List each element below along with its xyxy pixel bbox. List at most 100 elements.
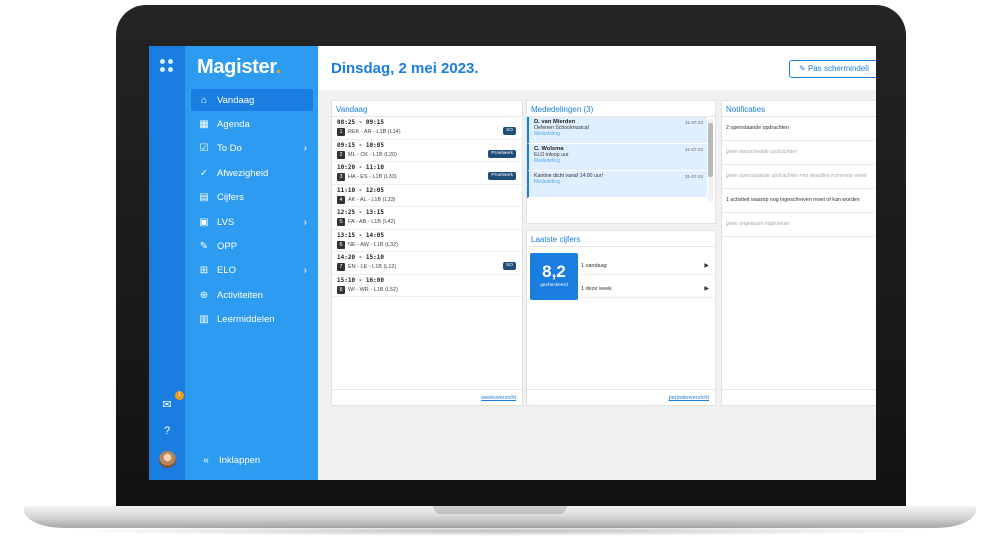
top-bar: Dinsdag, 2 mei 2023. ✎ Pas schermindeli	[318, 46, 876, 90]
grade-row-week[interactable]: 1 deze week ▶	[581, 281, 713, 298]
latest-grade-tile[interactable]: 8,2 gecheckeerd	[530, 253, 578, 300]
lesson-line: 4 AK - AL - L1B (L33)	[337, 195, 517, 204]
opp-icon: ✎	[199, 240, 209, 252]
lesson-line: 6 NE - AW - L1B (L32)	[337, 240, 517, 249]
caret-right-icon: ▶	[704, 286, 709, 292]
sidebar-item-cijfers[interactable]: ▤ Cijfers	[191, 187, 313, 209]
books-icon: ▥	[199, 314, 209, 326]
sidebar-item-leermiddelen[interactable]: ▥ Leermiddelen	[191, 309, 313, 331]
lesson-hour-badge: 8	[337, 285, 345, 294]
brand-dot: .	[275, 56, 282, 78]
caret-right-icon: ▶	[704, 263, 709, 269]
sidebar-item-label: Vandaag	[217, 94, 255, 106]
calendar-icon: ▦	[199, 118, 209, 130]
lesson-tag: SO	[503, 262, 516, 270]
sidebar-item-opp[interactable]: ✎ OPP	[191, 235, 313, 257]
sidebar-item-activiteiten[interactable]: ⊕ Activiteiten	[191, 284, 313, 306]
brand-logo[interactable]: Magister.	[197, 56, 281, 79]
double-chevron-left-icon: «	[203, 455, 209, 466]
main-content: Dinsdag, 2 mei 2023. ✎ Pas schermindeli …	[318, 46, 876, 480]
vandaag-title: Vandaag	[332, 101, 522, 117]
sidebar-item-label: Afwezigheid	[217, 167, 269, 179]
news-item[interactable]: Kantine dicht vanaf 14:00 uur! Mededeling…	[527, 171, 707, 198]
sidebar-item-lvs[interactable]: ▣ LVS ›	[191, 211, 313, 233]
news-item[interactable]: D. van Mierden Oefenen Schoolmusical Meded…	[527, 117, 707, 144]
collapse-button[interactable]: « Inklappen	[197, 455, 260, 466]
latest-grade-value: 8,2	[542, 262, 566, 281]
lesson-hour-badge: 1	[337, 128, 345, 136]
laptop-screen: ✉ 1 ? Magister. ⌂ Vandaag ▦ Agenda ☑ To Do › ✓ A…	[149, 46, 876, 480]
apps-grid-icon[interactable]	[160, 59, 174, 73]
lesson-item[interactable]: 08:25 - 09:15 1 REK - AR - L1B (L14) SO	[332, 117, 522, 140]
lesson-description: AK - AL - L1B (L33)	[348, 196, 396, 203]
sidebar-item-to-do[interactable]: ☑ To Do ›	[191, 138, 313, 160]
notification-item[interactable]: 2 openstaande opdrachten	[722, 117, 876, 141]
grade-row-today[interactable]: 1 vandaag ▶	[581, 258, 713, 275]
news-type: Mededeling	[534, 131, 560, 137]
sidebar-item-vandaag[interactable]: ⌂ Vandaag	[191, 89, 313, 111]
notification-item[interactable]: 1 activiteit waarop nog ingeschreven moe…	[722, 189, 876, 213]
brand-name: Magister	[197, 56, 276, 78]
lesson-tag: Proefwerk	[488, 149, 516, 158]
sidebar-item-elo[interactable]: ⊞ ELO ›	[191, 260, 313, 282]
lesson-line: 1 REK - AR - L1B (L14)	[337, 128, 517, 136]
lesson-hour-badge: 3	[337, 173, 345, 181]
lesson-hour-badge: 4	[337, 195, 345, 204]
notificaties-title: Notificaties	[722, 101, 876, 117]
latest-grade-sub: gecheckeerd	[540, 283, 568, 288]
lesson-description: WI - WR - L1B (L52)	[348, 286, 398, 293]
page-title: Dinsdag, 2 mei 2023.	[331, 60, 479, 77]
weekoverzicht-link[interactable]: weekoverzicht	[332, 389, 522, 405]
news-scroll-thumb[interactable]	[708, 123, 713, 177]
periodeoverzicht-link[interactable]: periodeoverzicht	[527, 389, 715, 405]
lesson-item[interactable]: 11:10 - 12:05 4 AK - AL - L1B (L33)	[332, 185, 522, 207]
notification-item: geen openstaande opdrachten met deadline…	[722, 165, 876, 189]
lesson-item[interactable]: 12:25 - 13:15 5 FA - AB - L1B (L42)	[332, 207, 522, 230]
lesson-time: 10:20 - 11:10	[337, 164, 384, 171]
sidebar-item-label: Leermiddelen	[217, 314, 275, 326]
lesson-hour-badge: 2	[337, 150, 345, 159]
lesson-time: 12:25 - 13:15	[337, 209, 384, 216]
sidebar-item-label: Cijfers	[217, 192, 244, 204]
adjust-screen-label: Pas schermindeli	[807, 64, 869, 73]
lesson-time: 08:25 - 09:15	[337, 119, 384, 126]
elo-icon: ⊞	[199, 265, 209, 277]
sidebar-item-label: ELO	[217, 265, 237, 277]
notification-list: 2 openstaande opdrachten geen beoordeelde…	[722, 117, 876, 237]
lesson-tag: Proefwerk	[488, 172, 516, 180]
lesson-line: 7 EN - LE - L1B (L12)	[337, 263, 517, 271]
sidebar-item-agenda[interactable]: ▦ Agenda	[191, 113, 313, 135]
laptop-base-notch	[433, 506, 567, 514]
lesson-item[interactable]: 09:15 - 10:05 2 ML - CK - L1B (L20) Proefwe…	[332, 140, 522, 162]
check-circle-icon: ✓	[199, 167, 209, 179]
lesson-time: 13:15 - 14:05	[337, 231, 384, 239]
sidebar-item-label: Agenda	[217, 118, 250, 130]
lesson-time: 11:10 - 12:05	[337, 186, 384, 194]
mededelingen-panel: Mededelingen (3) D. van Mierden Oefenen S…	[526, 100, 716, 224]
lesson-description: HA - ES - L1B (L33)	[348, 174, 397, 180]
lesson-time: 09:15 - 10:05	[337, 141, 384, 149]
news-item[interactable]: C. Wolsma ELO inloop uur Mededeling 31-07-2…	[527, 144, 707, 171]
lesson-time: 14:20 - 15:10	[337, 254, 384, 261]
checkbox-icon: ☑	[199, 143, 209, 155]
lesson-hour-badge: 7	[337, 263, 345, 271]
avatar[interactable]	[159, 451, 176, 468]
notification-item: geen ongelezen logboeken	[722, 213, 876, 237]
sidebar-item-afwezigheid[interactable]: ✓ Afwezigheid	[191, 162, 313, 184]
news-scrollbar[interactable]	[708, 119, 713, 201]
help-icon[interactable]: ?	[157, 421, 177, 441]
lesson-item[interactable]: 14:20 - 15:10 7 EN - LE - L1B (L12) SO	[332, 252, 522, 275]
news-type: Mededeling	[534, 158, 560, 164]
home-icon: ⌂	[200, 94, 208, 106]
news-date: 31-07-23	[684, 120, 703, 125]
lesson-item[interactable]: 13:15 - 14:05 6 NE - AW - L1B (L32)	[332, 230, 522, 252]
lesson-hour-badge: 5	[337, 218, 345, 226]
lesson-item[interactable]: 10:20 - 11:10 3 HA - ES - L1B (L33) Proefwe…	[332, 162, 522, 185]
adjust-screen-button[interactable]: ✎ Pas schermindeli	[789, 60, 876, 78]
activities-icon: ⊕	[199, 289, 209, 301]
mail-icon[interactable]: ✉	[157, 395, 177, 415]
lesson-line: 8 WI - WR - L1B (L52)	[337, 285, 517, 294]
laptop-shadow	[60, 526, 940, 536]
lesson-item[interactable]: 15:10 - 16:00 8 WI - WR - L1B (L52)	[332, 275, 522, 297]
lesson-description: FA - AB - L1B (L42)	[348, 219, 396, 225]
